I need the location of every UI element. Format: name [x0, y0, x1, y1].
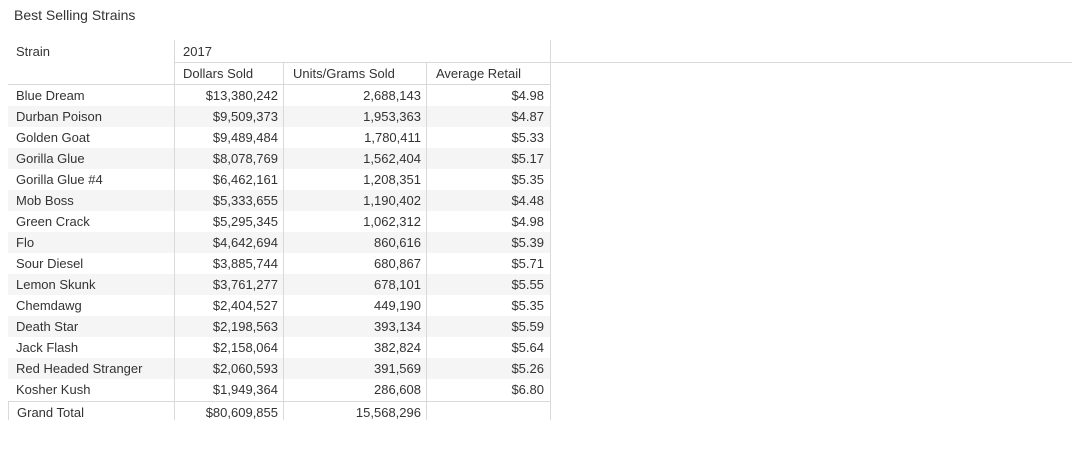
column-header-average-retail: Average Retail: [436, 66, 522, 81]
units-sold-value: 1,562,404: [363, 151, 421, 166]
units-sold-value: 1,190,402: [363, 193, 421, 208]
units-sold-value: 382,824: [374, 340, 421, 355]
strains-table: Strain 2017 Dollars Sold Units/Grams Sol…: [0, 0, 1081, 461]
units-sold-value: 449,190: [374, 298, 421, 313]
column-divider: [283, 62, 284, 420]
average-retail-value: $5.71: [511, 256, 544, 271]
strain-name: Chemdawg: [16, 298, 82, 313]
strain-name: Mob Boss: [16, 193, 74, 208]
units-sold-value: 1,953,363: [363, 109, 421, 124]
strain-name: Golden Goat: [16, 130, 90, 145]
dollars-sold-value: $2,198,563: [212, 319, 278, 334]
average-retail-value: $5.35: [511, 172, 544, 187]
dollars-sold-value: $13,380,242: [205, 88, 278, 103]
total-left-border: [8, 402, 9, 420]
average-retail-value: $4.98: [511, 214, 544, 229]
strain-name: Kosher Kush: [16, 382, 91, 397]
strain-name: Gorilla Glue: [16, 151, 85, 166]
column-divider: [426, 62, 427, 420]
dollars-sold-value: $3,885,744: [212, 256, 278, 271]
units-sold-value: 680,867: [374, 256, 421, 271]
units-sold-value: 2,688,143: [363, 88, 421, 103]
column-divider: [550, 40, 551, 420]
average-retail-value: $4.87: [511, 109, 544, 124]
average-retail-value: $5.35: [511, 298, 544, 313]
average-retail-value: $5.59: [511, 319, 544, 334]
units-sold-value: 1,780,411: [364, 130, 421, 145]
row-header-strain: Strain: [16, 44, 50, 59]
average-retail-value: $5.64: [511, 340, 544, 355]
strain-name: Lemon Skunk: [16, 277, 96, 292]
units-sold-value: 286,608: [374, 382, 421, 397]
strain-name: Jack Flash: [16, 340, 79, 355]
dollars-sold-value: $1,949,364: [212, 382, 278, 397]
strain-name: Death Star: [16, 319, 79, 334]
header-divider: [174, 40, 175, 420]
dollars-sold-value: $5,333,655: [212, 193, 278, 208]
units-sold-value: 1,062,312: [363, 214, 421, 229]
grand-total-units: 15,568,296: [355, 405, 421, 420]
dollars-sold-value: $2,158,064: [212, 340, 278, 355]
header-rule: [174, 62, 1072, 63]
strain-name: Green Crack: [16, 214, 90, 229]
strain-name: Gorilla Glue #4: [16, 172, 103, 187]
column-group-year: 2017: [183, 44, 212, 59]
dollars-sold-value: $4,642,694: [212, 235, 278, 250]
units-sold-value: 391,569: [374, 361, 421, 376]
average-retail-value: $4.48: [511, 193, 544, 208]
units-sold-value: 860,616: [374, 235, 421, 250]
dollars-sold-value: $5,295,345: [212, 214, 278, 229]
dollars-sold-value: $2,060,593: [212, 361, 278, 376]
average-retail-value: $6.80: [511, 382, 544, 397]
units-sold-value: 1,208,351: [363, 172, 421, 187]
average-retail-value: $5.17: [511, 151, 544, 166]
dollars-sold-value: $2,404,527: [212, 298, 278, 313]
average-retail-value: $5.26: [511, 361, 544, 376]
strain-name: Flo: [16, 235, 35, 250]
strain-name: Sour Diesel: [16, 256, 84, 271]
average-retail-value: $5.33: [511, 130, 544, 145]
strain-name: Blue Dream: [16, 88, 85, 103]
column-header-units: Units/Grams Sold: [293, 66, 395, 81]
average-retail-value: $5.39: [511, 235, 544, 250]
grand-total-dollars: $80,609,855: [205, 405, 278, 420]
column-header-dollars: Dollars Sold: [183, 66, 254, 81]
dollars-sold-value: $3,761,277: [212, 277, 278, 292]
strain-name: Durban Poison: [16, 109, 102, 124]
dollars-sold-value: $6,462,161: [212, 172, 278, 187]
grand-total-label: Grand Total: [17, 405, 84, 420]
strain-name: Red Headed Stranger: [16, 361, 143, 376]
average-retail-value: $5.55: [511, 277, 544, 292]
dollars-sold-value: $9,509,373: [212, 109, 278, 124]
dollars-sold-value: $9,489,484: [212, 130, 278, 145]
total-rule: [8, 401, 550, 402]
units-sold-value: 393,134: [374, 319, 421, 334]
average-retail-value: $4.98: [511, 88, 544, 103]
dollars-sold-value: $8,078,769: [212, 151, 278, 166]
units-sold-value: 678,101: [374, 277, 421, 292]
